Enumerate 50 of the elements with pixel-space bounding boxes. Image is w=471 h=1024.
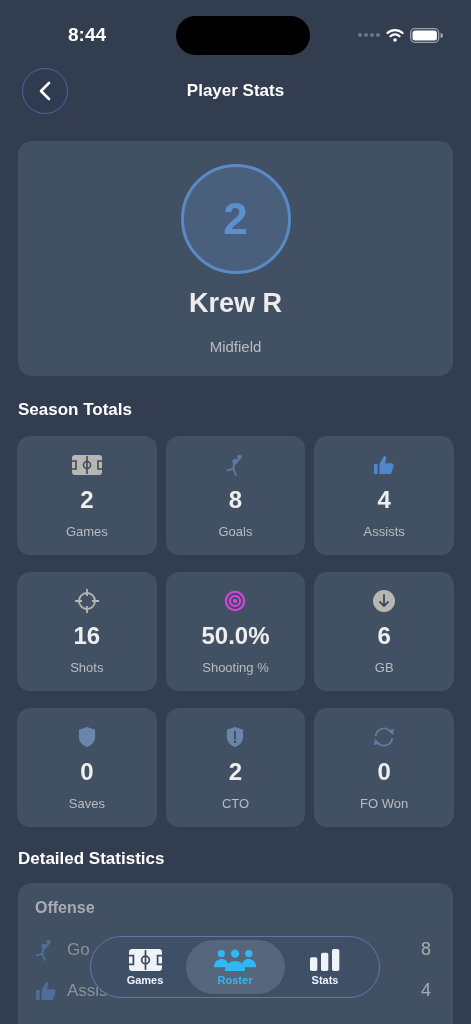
tab[interactable]: Stats bbox=[293, 940, 357, 994]
tab[interactable]: Games bbox=[113, 940, 177, 994]
player-icon bbox=[226, 453, 245, 477]
stat-value: 2 bbox=[80, 486, 94, 514]
detail-label: Go bbox=[67, 939, 90, 960]
shield-icon bbox=[77, 726, 96, 748]
stat-label: Shooting % bbox=[202, 660, 269, 675]
wifi-icon bbox=[386, 28, 404, 42]
stat-value: 4 bbox=[377, 486, 391, 514]
detail-value: 8 bbox=[421, 939, 431, 960]
target-icon bbox=[224, 590, 247, 612]
bar-chart-icon bbox=[310, 948, 340, 971]
section-title: Detailed Statistics bbox=[18, 849, 166, 869]
stat-label: Games bbox=[65, 524, 108, 539]
stat-label: Assists bbox=[363, 524, 405, 539]
stat-value: 0 bbox=[377, 758, 391, 786]
stat-value: 2 bbox=[228, 758, 243, 786]
stat-value: 50.0% bbox=[201, 622, 270, 650]
field-icon bbox=[71, 455, 102, 475]
player-name: Krew R bbox=[189, 288, 282, 319]
stat-label: GB bbox=[374, 660, 394, 675]
stat-label: Shots bbox=[70, 660, 104, 675]
stat-label: CTO bbox=[221, 796, 250, 811]
stat-value: 16 bbox=[73, 622, 101, 650]
player-position: Midfield bbox=[209, 338, 262, 355]
field-icon bbox=[128, 948, 162, 971]
page-title: Player Stats bbox=[186, 81, 285, 101]
battery-icon bbox=[410, 27, 443, 43]
stat-value: 6 bbox=[377, 622, 391, 650]
crosshair-icon bbox=[73, 588, 100, 614]
signal-icon bbox=[358, 33, 380, 37]
people-icon bbox=[213, 948, 257, 971]
player-icon bbox=[35, 937, 53, 962]
thumbs-up-icon bbox=[35, 980, 57, 1001]
stat-label: Goals bbox=[218, 524, 253, 539]
stat-label: FO Won bbox=[360, 796, 409, 811]
stat-value: 0 bbox=[80, 758, 94, 786]
stat-label: Saves bbox=[68, 796, 105, 811]
thumbs-up-icon bbox=[373, 455, 396, 475]
detail-label: Assis bbox=[67, 980, 108, 1001]
detail-section-title: Offense bbox=[35, 899, 96, 917]
jersey-number: 2 bbox=[180, 164, 291, 274]
chevron-left-icon bbox=[38, 81, 52, 101]
arrow-down-circle-icon bbox=[373, 590, 396, 612]
back-button[interactable] bbox=[22, 68, 68, 114]
stat-value: 8 bbox=[228, 486, 243, 514]
section-title: Season Totals bbox=[18, 400, 133, 420]
detail-value: 4 bbox=[421, 980, 431, 1001]
status-time: 8:44 bbox=[68, 24, 107, 46]
shield-alert-icon bbox=[226, 726, 245, 748]
